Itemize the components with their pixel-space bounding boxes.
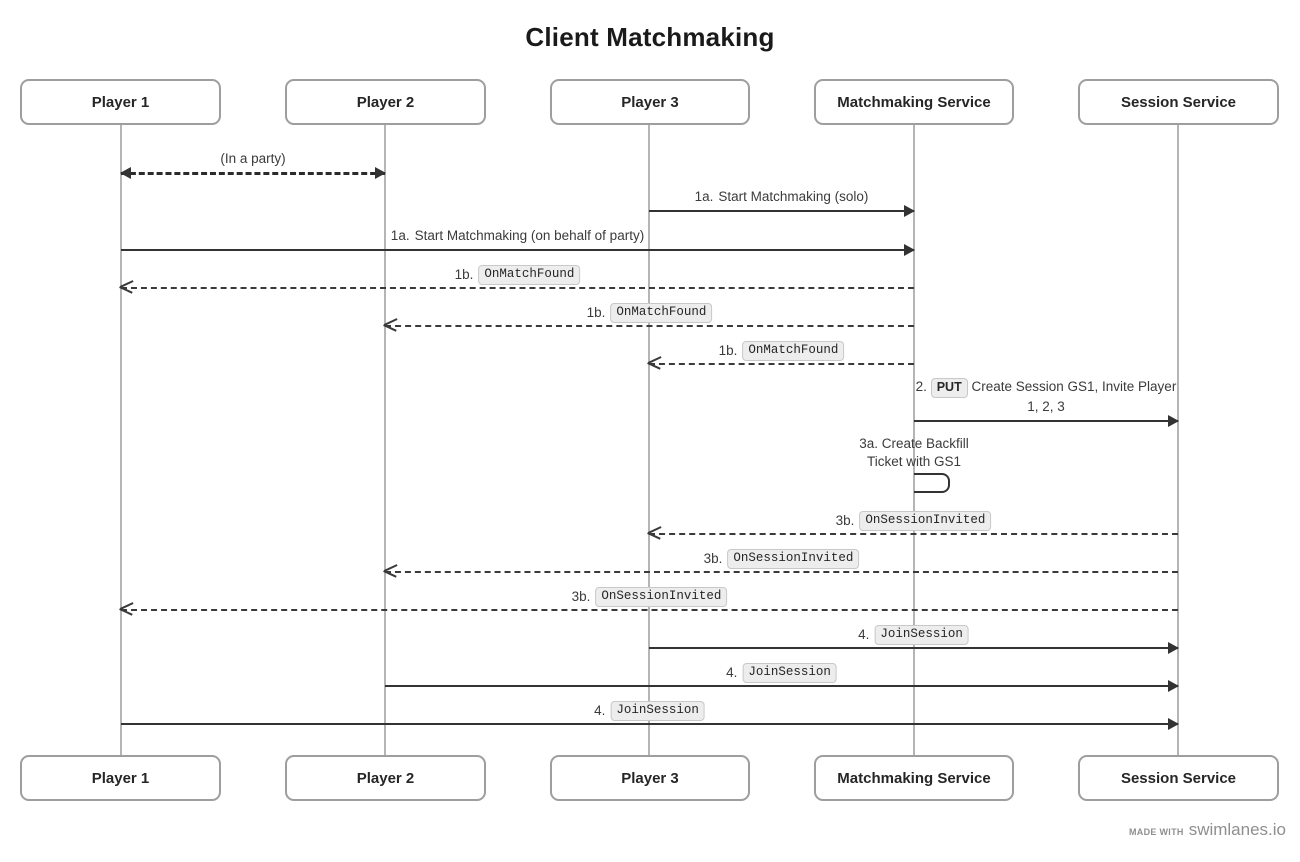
http-verb-badge: PUT (930, 378, 968, 398)
arrowhead-left-icon (120, 167, 131, 179)
participant-footer-matchmaking-service[interactable]: Matchmaking Service (814, 755, 1014, 801)
message-label-start-mm-solo: 1a. Start Matchmaking (solo) (695, 188, 869, 206)
arrowhead-right-icon (1168, 415, 1179, 427)
message-line (385, 571, 1178, 573)
message-line (649, 533, 1178, 535)
message-label-onmatchfound-p1: 1b. OnMatchFound (455, 265, 581, 285)
sequence-diagram: Client Matchmaking Player 1 Player 2 Playe… (0, 0, 1300, 862)
message-number: 4. (858, 627, 870, 642)
message-number: 3b. (703, 551, 723, 566)
arrowhead-open-left-icon (383, 318, 398, 332)
message-line (121, 723, 1178, 725)
api-name-badge: JoinSession (610, 701, 705, 721)
self-message-line2: Ticket with GS1 (866, 454, 962, 469)
message-label-onsessioninv-p3: 3b. OnSessionInvited (836, 511, 992, 531)
message-label-onsessioninv-p1: 3b. OnSessionInvited (572, 587, 728, 607)
message-number: 4. (594, 703, 606, 718)
api-name-badge: OnMatchFound (742, 341, 845, 361)
api-name-badge: OnMatchFound (478, 265, 581, 285)
arrowhead-open-left-icon (647, 526, 662, 540)
message-number: 3b. (835, 513, 855, 528)
message-number: 1b. (718, 343, 738, 358)
arrowhead-right-icon (375, 167, 386, 179)
watermark-made-with: MADE WITH (1128, 827, 1184, 837)
lifeline-player-3 (648, 125, 650, 755)
participant-footer-session-service[interactable]: Session Service (1078, 755, 1279, 801)
message-number: 1b. (586, 305, 606, 320)
participant-header-session-service[interactable]: Session Service (1078, 79, 1279, 125)
page-title: Client Matchmaking (525, 22, 775, 52)
arrowhead-open-left-icon (383, 564, 398, 578)
message-line (121, 172, 385, 175)
message-text: Create Session GS1, Invite Player 1, 2, … (971, 379, 1177, 414)
api-name-badge: JoinSession (874, 625, 969, 645)
message-number: 1a. (694, 189, 714, 204)
lifeline-player-2 (384, 125, 386, 755)
message-line (649, 210, 914, 212)
self-message-label-create-backfill: 3a. Create Backfill Ticket with GS1 (804, 435, 1024, 471)
api-name-badge: OnSessionInvited (727, 549, 860, 569)
message-line (914, 420, 1178, 422)
message-label-joinsession-p1: 4. JoinSession (594, 701, 705, 721)
message-label-onmatchfound-p2: 1b. OnMatchFound (587, 303, 713, 323)
message-line (121, 249, 914, 251)
self-message-line1: 3a. Create Backfill (859, 436, 969, 451)
arrowhead-open-left-icon (647, 356, 662, 370)
arrowhead-right-icon (1168, 680, 1179, 692)
message-number: 3b. (571, 589, 591, 604)
arrowhead-right-icon (1168, 642, 1179, 654)
participant-footer-player-2[interactable]: Player 2 (285, 755, 486, 801)
message-line (649, 363, 914, 365)
message-number: 1a. (390, 228, 410, 243)
message-label-onmatchfound-p3: 1b. OnMatchFound (719, 341, 845, 361)
message-line (649, 647, 1178, 649)
arrowhead-right-icon (1168, 718, 1179, 730)
message-text: Start Matchmaking (on behalf of party) (414, 228, 645, 243)
message-number: 4. (726, 665, 738, 680)
arrowhead-right-icon (904, 244, 915, 256)
message-label-joinsession-p2: 4. JoinSession (726, 663, 837, 683)
message-label-joinsession-p3: 4. JoinSession (858, 625, 969, 645)
message-line (385, 685, 1178, 687)
message-line (121, 609, 1178, 611)
arrowhead-open-left-icon (119, 280, 134, 294)
message-number: 1b. (454, 267, 474, 282)
participant-footer-player-3[interactable]: Player 3 (550, 755, 750, 801)
watermark: MADE WITH swimlanes.io (1129, 820, 1286, 840)
message-line (121, 287, 914, 289)
api-name-badge: OnSessionInvited (595, 587, 728, 607)
participant-footer-player-1[interactable]: Player 1 (20, 755, 221, 801)
message-number: 2. (915, 379, 927, 394)
message-label-in-a-party: (In a party) (220, 150, 285, 168)
message-label-create-session: 2. PUT Create Session GS1, Invite Player… (909, 378, 1183, 416)
watermark-brand: swimlanes.io (1188, 820, 1286, 839)
message-text: (In a party) (220, 151, 286, 166)
message-label-start-mm-party: 1a. Start Matchmaking (on behalf of party… (391, 227, 644, 245)
participant-header-player-3[interactable]: Player 3 (550, 79, 750, 125)
api-name-badge: OnMatchFound (610, 303, 713, 323)
arrowhead-open-left-icon (119, 602, 134, 616)
participant-header-matchmaking-service[interactable]: Matchmaking Service (814, 79, 1014, 125)
api-name-badge: JoinSession (742, 663, 837, 683)
lifeline-player-1 (120, 125, 122, 755)
message-label-onsessioninv-p2: 3b. OnSessionInvited (704, 549, 860, 569)
api-name-badge: OnSessionInvited (859, 511, 992, 531)
participant-header-player-1[interactable]: Player 1 (20, 79, 221, 125)
participant-header-player-2[interactable]: Player 2 (285, 79, 486, 125)
message-line (385, 325, 914, 327)
self-message-loop-create-backfill (914, 473, 950, 493)
arrowhead-right-icon (904, 205, 915, 217)
lifeline-session-service (1177, 125, 1179, 755)
message-text: Start Matchmaking (solo) (718, 189, 869, 204)
